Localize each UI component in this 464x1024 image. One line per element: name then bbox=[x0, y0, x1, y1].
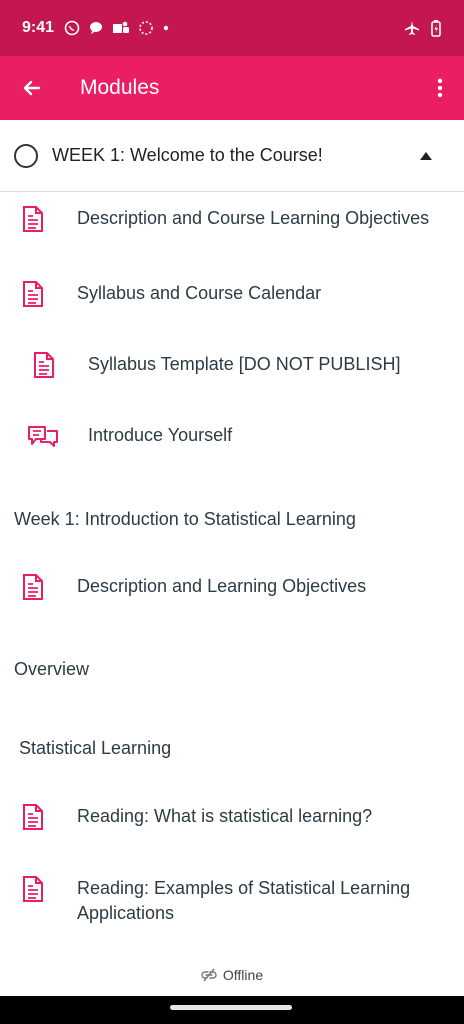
module-item-label: Description and Course Learning Objectiv… bbox=[77, 208, 430, 228]
more-options-button[interactable] bbox=[416, 56, 464, 120]
status-time: 9:41 bbox=[22, 19, 55, 36]
module-item-label: Syllabus Template [DO NOT PUBLISH] bbox=[88, 354, 401, 374]
module-item-label: Introduce Yourself bbox=[88, 425, 233, 445]
offline-icon bbox=[201, 968, 217, 982]
offline-indicator: Offline bbox=[0, 958, 464, 992]
module-item[interactable]: Reading: What is statistical learning? bbox=[0, 803, 464, 833]
more-vert-icon bbox=[437, 78, 443, 98]
page-title: Modules bbox=[80, 76, 160, 99]
battery-icon bbox=[431, 20, 441, 37]
airplane-icon bbox=[405, 21, 419, 35]
status-icons-right bbox=[404, 19, 442, 37]
module-header[interactable]: WEEK 1: Welcome to the Course! bbox=[0, 120, 464, 192]
system-nav-bar bbox=[0, 996, 464, 1024]
module-title: WEEK 1: Welcome to the Course! bbox=[52, 145, 323, 165]
module-item[interactable]: Syllabus and Course Calendar bbox=[0, 280, 464, 310]
page-icon bbox=[23, 804, 43, 830]
module-item-label: Reading: What is statistical learning? bbox=[77, 806, 373, 826]
page-icon bbox=[34, 352, 54, 378]
chat-icon bbox=[90, 22, 103, 34]
page-icon bbox=[23, 876, 43, 902]
status-bar: 9:41 bbox=[0, 0, 464, 56]
module-item[interactable]: Reading: Examples of Statistical Learnin… bbox=[0, 874, 464, 930]
arrow-left-icon bbox=[23, 80, 41, 96]
completion-radio[interactable] bbox=[14, 143, 38, 168]
status-icons-left bbox=[64, 20, 170, 36]
module-item-label: Description and Learning Objectives bbox=[77, 576, 367, 596]
home-gesture-handle[interactable] bbox=[170, 1005, 292, 1010]
offline-label: Offline bbox=[222, 967, 264, 983]
subheader: Overview bbox=[14, 659, 90, 679]
whatsapp-icon bbox=[64, 20, 80, 36]
subheader: Statistical Learning bbox=[19, 738, 172, 758]
page-icon bbox=[23, 206, 43, 232]
module-item[interactable]: Introduce Yourself bbox=[0, 422, 464, 452]
page-icon bbox=[23, 574, 43, 600]
discussion-icon bbox=[28, 426, 58, 447]
collapse-arrow-icon[interactable] bbox=[420, 151, 432, 160]
module-item[interactable]: Syllabus Template [DO NOT PUBLISH] bbox=[0, 351, 464, 381]
loading-icon bbox=[139, 21, 153, 35]
teams-icon bbox=[113, 21, 130, 33]
app-bar: Modules bbox=[0, 56, 464, 120]
page-icon bbox=[23, 281, 43, 307]
subheader: Week 1: Introduction to Statistical Lear… bbox=[14, 509, 356, 529]
back-button[interactable] bbox=[0, 56, 64, 120]
module-item-label: Syllabus and Course Calendar bbox=[77, 283, 322, 303]
module-item-label: Reading: Examples of Statistical Learnin… bbox=[77, 878, 411, 923]
module-item[interactable]: Description and Learning Objectives bbox=[0, 573, 464, 603]
dot-icon bbox=[163, 25, 169, 31]
module-item[interactable]: Description and Course Learning Objectiv… bbox=[0, 204, 464, 260]
